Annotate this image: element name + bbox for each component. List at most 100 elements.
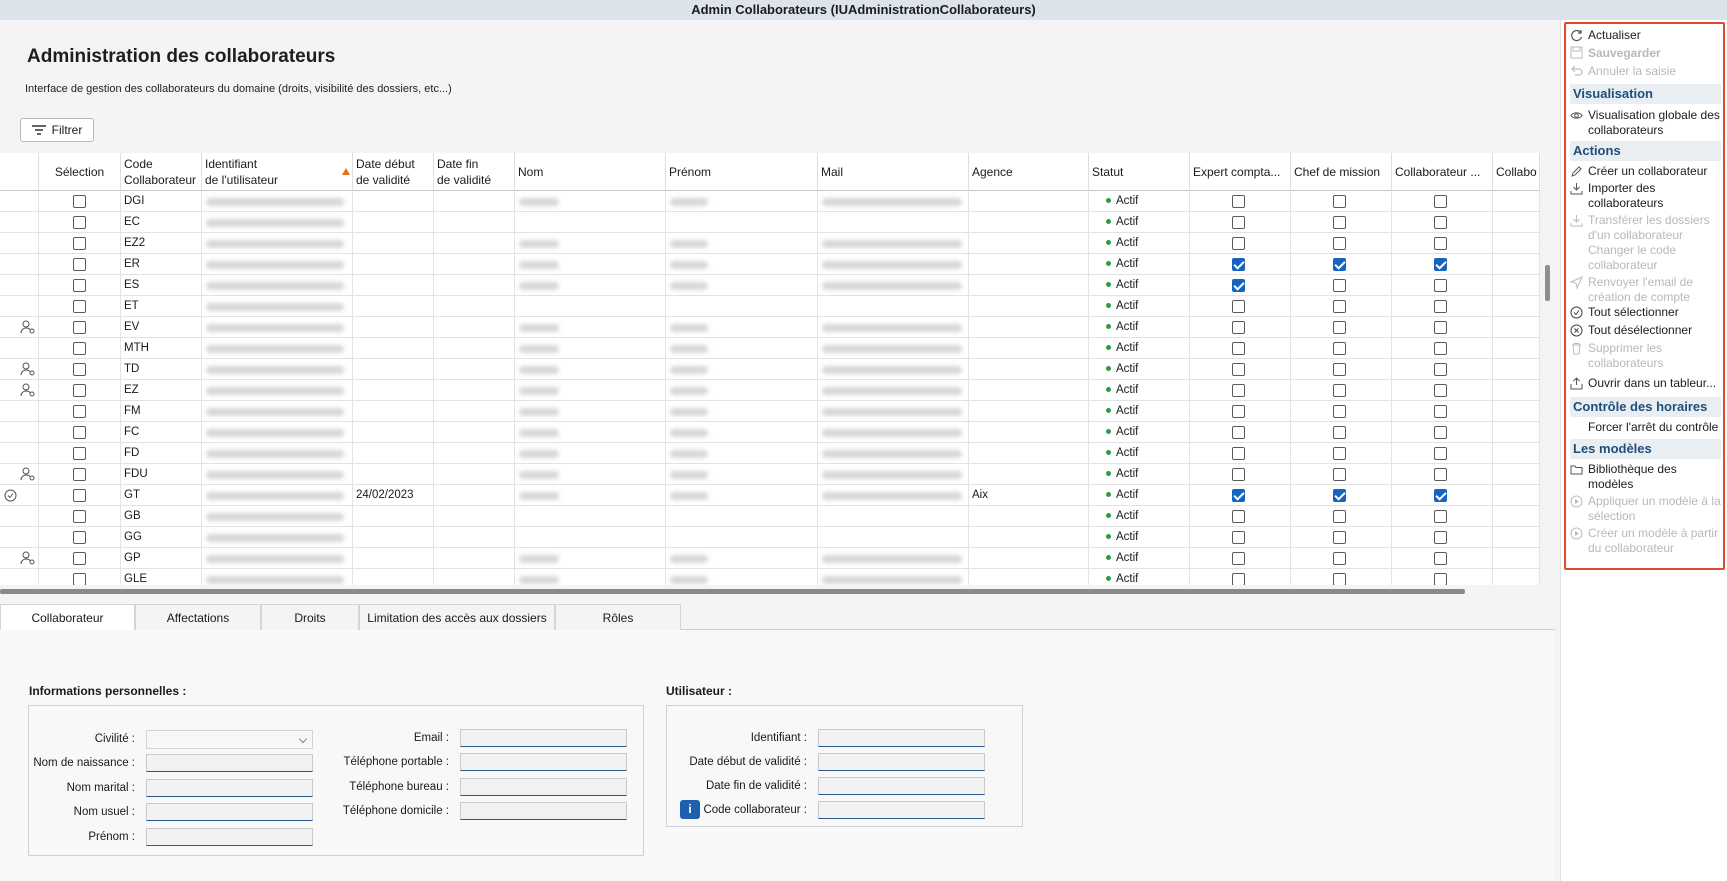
table-row[interactable]: ET Actif — [0, 296, 1540, 317]
collab-checkbox[interactable] — [1434, 300, 1447, 313]
expert-checkbox[interactable] — [1232, 216, 1245, 229]
selection-checkbox[interactable] — [73, 258, 86, 271]
civilite-select[interactable] — [146, 730, 313, 749]
selection-checkbox[interactable] — [73, 510, 86, 523]
header-code[interactable]: Code Collaborateur — [121, 153, 202, 191]
collab-checkbox[interactable] — [1434, 363, 1447, 376]
expert-checkbox[interactable] — [1232, 363, 1245, 376]
selection-checkbox[interactable] — [73, 447, 86, 460]
selection-checkbox[interactable] — [73, 552, 86, 565]
selection-checkbox[interactable] — [73, 237, 86, 250]
vertical-scrollbar[interactable] — [1545, 265, 1550, 301]
header-identifiant[interactable]: Identifiant de l'utilisateur — [202, 153, 353, 191]
table-row[interactable]: GLE Actif — [0, 569, 1540, 585]
visualisation-globale-button[interactable]: Visualisation globale des collaborateurs — [1588, 108, 1720, 138]
expert-checkbox[interactable] — [1232, 531, 1245, 544]
header-chef[interactable]: Chef de mission — [1291, 153, 1392, 191]
chef-checkbox[interactable] — [1333, 300, 1346, 313]
chef-checkbox[interactable] — [1333, 342, 1346, 355]
table-row[interactable]: EV Actif — [0, 317, 1540, 338]
nom-marital-field[interactable] — [146, 779, 313, 797]
selection-checkbox[interactable] — [73, 216, 86, 229]
table-row[interactable]: GB Actif — [0, 506, 1540, 527]
filter-button[interactable]: Filtrer — [20, 118, 94, 142]
collab-checkbox[interactable] — [1434, 468, 1447, 481]
table-row[interactable]: FC Actif — [0, 422, 1540, 443]
header-selection[interactable]: Sélection — [39, 153, 121, 191]
chef-checkbox[interactable] — [1333, 321, 1346, 334]
table-row[interactable]: GT 24/02/2023 Aix Actif — [0, 485, 1540, 506]
header-prenom[interactable]: Prénom — [666, 153, 818, 191]
expert-checkbox[interactable] — [1232, 447, 1245, 460]
table-row[interactable]: EC Actif — [0, 212, 1540, 233]
chef-checkbox[interactable] — [1333, 384, 1346, 397]
creer-collaborateur-button[interactable]: Créer un collaborateur — [1588, 164, 1707, 179]
collab-checkbox[interactable] — [1434, 405, 1447, 418]
collab-checkbox[interactable] — [1434, 195, 1447, 208]
collab-checkbox[interactable] — [1434, 342, 1447, 355]
actualiser-button[interactable]: Actualiser — [1588, 28, 1641, 43]
importer-button[interactable]: Importer des collaborateurs — [1588, 181, 1663, 211]
selection-checkbox[interactable] — [73, 405, 86, 418]
collab-checkbox[interactable] — [1434, 216, 1447, 229]
collab-checkbox[interactable] — [1434, 237, 1447, 250]
annuler-button[interactable]: Annuler la saisie — [1588, 64, 1676, 79]
header-statut[interactable]: Statut — [1089, 153, 1190, 191]
tout-deselectionner-button[interactable]: Tout désélectionner — [1588, 323, 1692, 338]
selection-checkbox[interactable] — [73, 363, 86, 376]
expert-checkbox[interactable] — [1232, 573, 1245, 585]
selection-checkbox[interactable] — [73, 531, 86, 544]
selection-checkbox[interactable] — [73, 468, 86, 481]
chef-checkbox[interactable] — [1333, 426, 1346, 439]
chef-checkbox[interactable] — [1333, 531, 1346, 544]
table-row[interactable]: DGI Actif — [0, 191, 1540, 212]
chef-checkbox[interactable] — [1333, 279, 1346, 292]
collab-checkbox[interactable] — [1434, 384, 1447, 397]
header-date-fin[interactable]: Date fin de validité — [434, 153, 515, 191]
table-row[interactable]: TD Actif — [0, 359, 1540, 380]
expert-checkbox[interactable] — [1232, 426, 1245, 439]
collab-checkbox[interactable] — [1434, 510, 1447, 523]
tout-selectionner-button[interactable]: Tout sélectionner — [1588, 305, 1679, 320]
selection-checkbox[interactable] — [73, 384, 86, 397]
expert-checkbox[interactable] — [1232, 258, 1245, 271]
header-mail[interactable]: Mail — [818, 153, 969, 191]
selection-checkbox[interactable] — [73, 195, 86, 208]
date-debut-field[interactable] — [818, 753, 985, 771]
selection-checkbox[interactable] — [73, 342, 86, 355]
expert-checkbox[interactable] — [1232, 468, 1245, 481]
collab-checkbox[interactable] — [1434, 489, 1447, 502]
selection-checkbox[interactable] — [73, 321, 86, 334]
table-row[interactable]: GG Actif — [0, 527, 1540, 548]
tab-limitation-acces[interactable]: Limitation des accès aux dossiers — [359, 604, 555, 630]
expert-checkbox[interactable] — [1232, 405, 1245, 418]
table-row[interactable]: MTH Actif — [0, 338, 1540, 359]
chef-checkbox[interactable] — [1333, 195, 1346, 208]
table-row[interactable]: ES Actif — [0, 275, 1540, 296]
chef-checkbox[interactable] — [1333, 510, 1346, 523]
expert-checkbox[interactable] — [1232, 489, 1245, 502]
expert-checkbox[interactable] — [1232, 321, 1245, 334]
header-date-debut[interactable]: Date début de validité — [353, 153, 434, 191]
chef-checkbox[interactable] — [1333, 489, 1346, 502]
bibliotheque-button[interactable]: Bibliothèque des modèles — [1588, 462, 1677, 492]
collab-checkbox[interactable] — [1434, 531, 1447, 544]
chef-checkbox[interactable] — [1333, 237, 1346, 250]
expert-checkbox[interactable] — [1232, 195, 1245, 208]
chef-checkbox[interactable] — [1333, 447, 1346, 460]
collab-checkbox[interactable] — [1434, 321, 1447, 334]
tab-affectations[interactable]: Affectations — [135, 604, 261, 630]
tab-droits[interactable]: Droits — [261, 604, 359, 630]
table-row[interactable]: FM Actif — [0, 401, 1540, 422]
selection-checkbox[interactable] — [73, 300, 86, 313]
email-field[interactable] — [460, 729, 627, 747]
forcer-arret-button[interactable]: Forcer l'arrêt du contrôle — [1588, 420, 1718, 435]
collab-checkbox[interactable] — [1434, 573, 1447, 585]
collab-checkbox[interactable] — [1434, 447, 1447, 460]
header-collab[interactable]: Collaborateur ... — [1392, 153, 1493, 191]
table-row[interactable]: EZ Actif — [0, 380, 1540, 401]
header-nom[interactable]: Nom — [515, 153, 666, 191]
date-fin-field[interactable] — [818, 777, 985, 795]
table-row[interactable]: FDU Actif — [0, 464, 1540, 485]
expert-checkbox[interactable] — [1232, 552, 1245, 565]
